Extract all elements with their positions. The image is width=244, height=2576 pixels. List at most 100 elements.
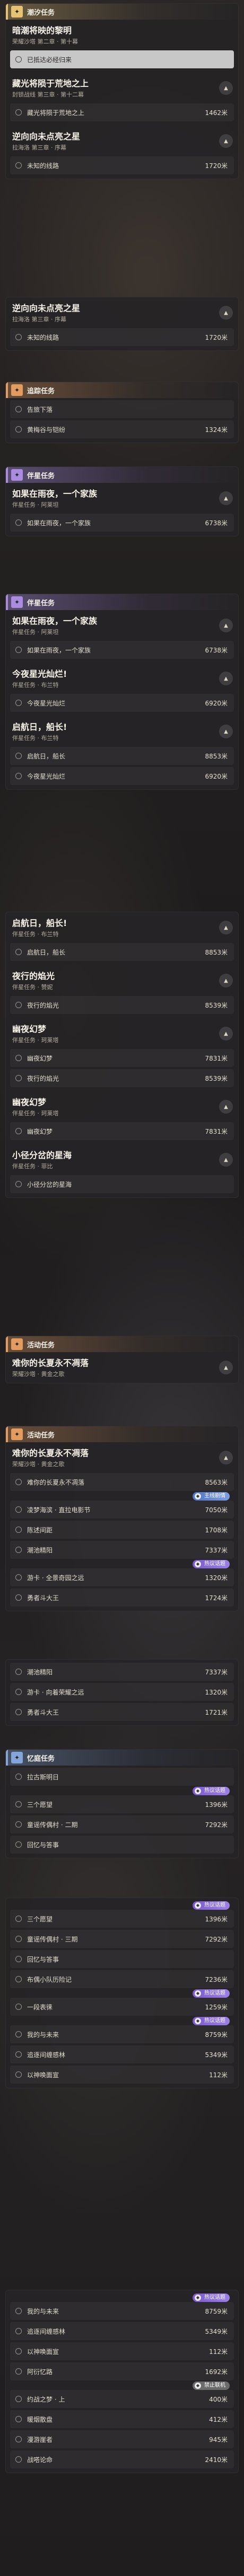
- quest-objective-row[interactable]: 漫游崖者 945米: [10, 2430, 234, 2448]
- star-icon: ✦: [11, 6, 23, 17]
- section-header-companion[interactable]: ✦ 伴星任务: [6, 594, 238, 610]
- quest-card-header[interactable]: 暗潮将映的黎明 荣耀沙塔 第二章 · 第十幕: [6, 20, 238, 50]
- quest-objective-row[interactable]: 勇者斗大王 1721米: [10, 1703, 234, 1721]
- quest-objective-row[interactable]: 陈述间距 1708米: [10, 1521, 234, 1539]
- quest-objective-row[interactable]: 暖烟散盘 412米: [10, 2410, 234, 2428]
- quest-objective-row[interactable]: 追逐间缠感林 5349米: [10, 2045, 234, 2063]
- chevron-up-icon[interactable]: ▲: [219, 725, 233, 738]
- quest-objective-row[interactable]: 今夜星光灿烂 6920米: [10, 767, 234, 785]
- quest-objective-row[interactable]: 拉古斯明日: [10, 1768, 234, 1786]
- objective-distance: 1721米: [205, 1708, 228, 1716]
- main-story-tag: ◆ 主线剧情: [193, 1492, 230, 1501]
- quest-card-header[interactable]: 如果在雨夜，一个家族 伴星任务 · 阿莱坦 ▲: [6, 610, 238, 641]
- chevron-up-icon[interactable]: ▲: [219, 491, 233, 505]
- quest-objective-row[interactable]: ◆ 热议话题 游卡 · 全景奇园之远 1320米: [10, 1560, 234, 1586]
- objective-label: 小径分岔的星海: [27, 1180, 72, 1188]
- chevron-up-icon[interactable]: ▲: [219, 619, 233, 632]
- quest-objective-row[interactable]: 追逐间缠感林 5349米: [10, 2322, 234, 2340]
- quest-objective-row[interactable]: ◆ 热议话题 我的与未来 8759米: [10, 2017, 234, 2043]
- objective-label: 幽夜幻梦: [27, 1127, 53, 1135]
- section-header-companion[interactable]: ✦ 伴星任务: [6, 467, 238, 483]
- quest-card-header[interactable]: 难你的长夏永不凋落 荣耀沙塔 · 黄金之歌 ▲: [6, 1352, 238, 1383]
- quest-objective-row[interactable]: ◆ 主线剧情 凌梦海滨 · 直拉电影节 7050米: [10, 1492, 234, 1519]
- quest-card-header[interactable]: 启航日，船长! 伴星任务 · 布兰特 ▲: [6, 912, 238, 943]
- quest-objective-row[interactable]: ◆ 热议话题 我的与未来 8759米: [10, 2293, 234, 2320]
- quest-objective-row[interactable]: 已抵达必经归来: [10, 50, 234, 68]
- quest-objective-row[interactable]: 夜行的焰光 8539米: [10, 996, 234, 1014]
- quest-objective-row[interactable]: 今夜星光灿烂 6920米: [10, 694, 234, 712]
- quest-objective-row[interactable]: 告旅下落: [10, 400, 234, 418]
- chevron-up-icon[interactable]: ▲: [219, 921, 233, 934]
- quest-objective-row[interactable]: 启航日，船长 8853米: [10, 747, 234, 765]
- quest-objective-row[interactable]: 战嗒论命 2410米: [10, 2450, 234, 2468]
- chevron-up-icon[interactable]: ▲: [219, 306, 233, 320]
- chevron-up-icon[interactable]: ▲: [219, 81, 233, 95]
- quest-objective-row[interactable]: ◆ 热议话题 三个愿望 1396米: [10, 1787, 234, 1813]
- chevron-up-icon[interactable]: ▲: [219, 1361, 233, 1374]
- chevron-up-icon[interactable]: ▲: [219, 672, 233, 685]
- quest-card-header[interactable]: 逆向向未点亮之星 拉海洛 第三章 · 序幕 ▲: [6, 297, 238, 328]
- chevron-up-icon[interactable]: ▲: [219, 974, 233, 987]
- quest-objective-row[interactable]: 潮池精阳 7337米: [10, 1541, 234, 1559]
- quest-objective-row[interactable]: 游卡 · 向着荣耀之远 1320米: [10, 1683, 234, 1701]
- quest-objective-row[interactable]: 幽夜幻梦 7831米: [10, 1122, 234, 1140]
- objective-label: 游卡 · 全景奇园之远: [27, 1574, 84, 1582]
- chevron-up-icon[interactable]: ▲: [219, 134, 233, 148]
- quest-objective-row[interactable]: 回忆与答事: [10, 1950, 234, 1968]
- quest-objective-row[interactable]: 难你的长夏永不凋落 8563米: [10, 1473, 234, 1491]
- quest-card-header[interactable]: 难你的长夏永不凋落 荣耀沙塔 · 黄金之歌 ▲: [6, 1442, 238, 1473]
- objective-marker-icon: [15, 2348, 22, 2354]
- quest-objective-row[interactable]: 黄梅谷与铠纷 1324米: [10, 420, 234, 438]
- quest-title: 今夜星光灿烂!: [12, 669, 67, 679]
- quest-objective-row[interactable]: 如果在雨夜，一个家族 6738米: [10, 641, 234, 659]
- chevron-up-icon[interactable]: ▲: [219, 1153, 233, 1167]
- objective-label: 夜行的焰光: [27, 1074, 59, 1082]
- quest-objective-row[interactable]: 童谣传偶村 · 三期 7292米: [10, 1930, 234, 1948]
- quest-objective-row[interactable]: 未知的线路 1720米: [10, 328, 234, 346]
- chevron-up-icon[interactable]: ▲: [219, 1027, 233, 1040]
- quest-objective-row[interactable]: 阿衍忆路 1692米: [10, 2362, 234, 2380]
- section-header-tide[interactable]: ✦ 潮汐任务: [6, 4, 238, 20]
- objective-distance: 8759米: [205, 2031, 228, 2039]
- quest-objective-row[interactable]: 如果在雨夜，一个家族 6738米: [10, 514, 234, 532]
- quest-objective-row[interactable]: 藏光将陨于荒地之上 1462米: [10, 103, 234, 121]
- objective-distance: 7236米: [205, 1975, 228, 1983]
- quest-objective-row[interactable]: 布偶小队历险记 7236米: [10, 1970, 234, 1988]
- quest-objective-row[interactable]: 夜行的焰光 8539米: [10, 1069, 234, 1087]
- section-header-trailblaze[interactable]: ✦ 追踪任务: [6, 382, 238, 398]
- quest-card-header[interactable]: 逆向向未点亮之星 拉海洛 第三章 · 序幕 ▲: [6, 126, 238, 156]
- quest-objective-row[interactable]: ◆ 热议话题 一段表徕 1259米: [10, 1989, 234, 2016]
- quest-objective-row[interactable]: 小径分岔的星海: [10, 1175, 234, 1193]
- section-header-event[interactable]: ✦ 活动任务: [6, 1426, 238, 1442]
- quest-objective-row[interactable]: 启航日，船长 8853米: [10, 943, 234, 961]
- quest-card-header[interactable]: 小径分岔的星海 伴星任务 · 菲比 ▲: [6, 1144, 238, 1175]
- quest-card-header[interactable]: 启航日，船长! 伴星任务 · 布兰特 ▲: [6, 716, 238, 747]
- section-header-memory[interactable]: ✦ 忆庭任务: [6, 1750, 238, 1766]
- chevron-up-icon[interactable]: ▲: [219, 1100, 233, 1114]
- quest-subtitle: 拉海洛 第三章 · 序幕: [12, 144, 66, 151]
- quest-objective-row[interactable]: 幽夜幻梦 7831米: [10, 1049, 234, 1067]
- quest-card-header[interactable]: 今夜星光灿烂! 伴星任务 · 布兰特 ▲: [6, 663, 238, 694]
- quest-objective-row[interactable]: 潮池精阳 7337米: [10, 1663, 234, 1681]
- quest-objective-row[interactable]: 勇者斗大王 1724米: [10, 1589, 234, 1607]
- quest-objective-row[interactable]: 以神唤面宣 112米: [10, 2066, 234, 2084]
- objective-distance: 1324米: [205, 426, 228, 434]
- chevron-up-icon[interactable]: ▲: [219, 1451, 233, 1465]
- quest-card-header[interactable]: 藏光将陨于荒地之上 封锁战线 第三章 · 第十二幕 ▲: [6, 73, 238, 103]
- section-title: 活动任务: [27, 1341, 55, 1349]
- objective-distance: 1396米: [205, 1915, 228, 1923]
- quest-objective-row[interactable]: ◆ 热议话题 三个愿望 1396米: [10, 1901, 234, 1928]
- quest-card-header[interactable]: 如果在雨夜，一个家族 伴星任务 · 阿莱坦 ▲: [6, 483, 238, 514]
- objective-label: 追逐间缠感林: [27, 2327, 66, 2335]
- objective-marker-icon: [15, 2004, 22, 2010]
- quest-card-header[interactable]: 幽夜幻梦 伴星任务 · 珂莱塔 ▲: [6, 1018, 238, 1049]
- quest-card-header[interactable]: 幽夜幻梦 伴星任务 · 珂莱塔 ▲: [6, 1091, 238, 1122]
- quest-card-header[interactable]: 夜行的焰光 伴星任务 · 赞妮 ▲: [6, 965, 238, 996]
- quest-objective-row[interactable]: 未知的线路 1720米: [10, 156, 234, 174]
- section-header-event[interactable]: ✦ 活动任务: [6, 1336, 238, 1352]
- quest-objective-row[interactable]: 回忆与答事: [10, 1836, 234, 1854]
- hot-talk-tag: ◆ 热议话题: [193, 2293, 230, 2302]
- quest-objective-row[interactable]: 以神唤面宣 112米: [10, 2342, 234, 2360]
- quest-objective-row[interactable]: ◆ 禁止联机 约战之梦 · 上 400米: [10, 2381, 234, 2408]
- quest-objective-row[interactable]: 童谣传偶村 · 二期 7292米: [10, 1815, 234, 1833]
